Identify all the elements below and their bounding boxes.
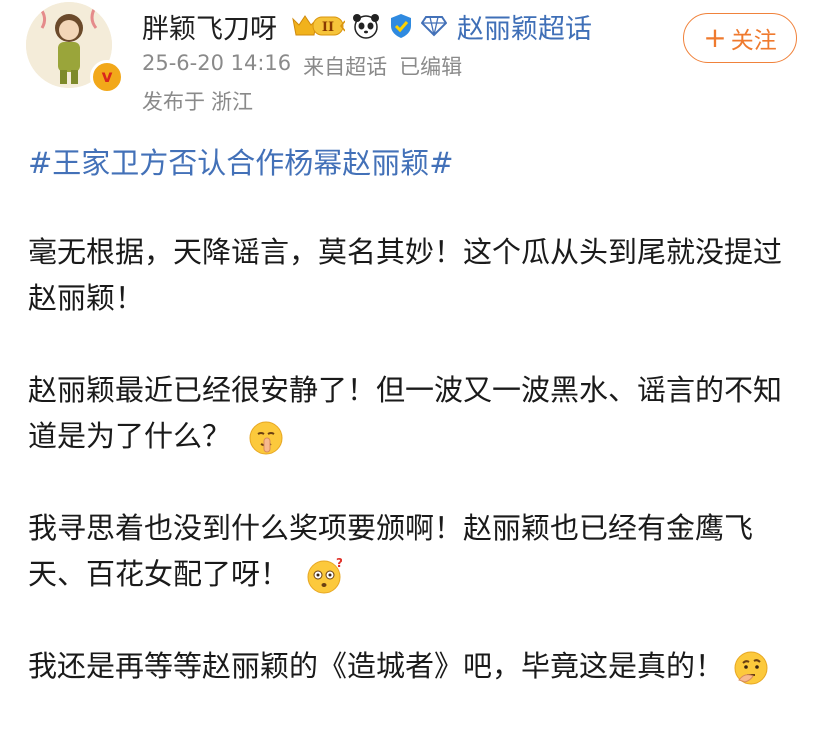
post-paragraph-3: 我寻思着也没到什么奖项要颁啊！赵丽颖也已经有金鹰飞天、百花女配了呀！ ? — [28, 505, 800, 597]
diamond-icon — [421, 15, 447, 37]
post-paragraph-1: 毫无根据，天降谣言，莫名其妙！这个瓜从头到尾就没提过赵丽颖！ — [28, 229, 800, 321]
shushing-face-emoji — [248, 420, 284, 456]
follow-button[interactable]: + 关注 — [683, 13, 797, 63]
topic-hashtag[interactable]: #王家卫方否认合作杨幂赵丽颖# — [28, 140, 454, 182]
post-time: 25-6-20 14:16 — [142, 51, 292, 75]
post-paragraph-4: 我还是再等等赵丽颖的《造城者》吧，毕竟这是真的！ — [28, 643, 800, 689]
super-topic-link[interactable]: 赵丽颖超话 — [457, 7, 592, 46]
avatar-container[interactable]: v — [26, 2, 124, 94]
paragraph-text: 赵丽颖最近已经很安静了！但一波又一波黑水、谣言的不知道是为了什么？ — [28, 373, 783, 453]
name-row: 胖颖飞刀呀 II 赵丽颖超话 — [142, 4, 592, 48]
svg-text:?: ? — [336, 558, 342, 570]
post-source[interactable]: 来自超话 — [303, 51, 387, 81]
shield-badge-icon[interactable] — [387, 12, 415, 40]
confused-face-emoji: ? — [306, 556, 343, 594]
thinking-face-emoji — [733, 650, 769, 686]
post-paragraph-2: 赵丽颖最近已经很安静了！但一波又一波黑水、谣言的不知道是为了什么？ — [28, 367, 800, 459]
edited-label[interactable]: 已编辑 — [399, 51, 462, 81]
location-place: 浙江 — [211, 90, 253, 114]
post-meta: 25-6-20 14:16 来自超话 已编辑 — [142, 51, 462, 81]
plus-icon: + — [703, 21, 727, 54]
location-prefix: 发布于 — [142, 90, 205, 114]
verified-badge-icon: v — [90, 60, 124, 94]
member-level-badge[interactable]: II — [289, 11, 345, 41]
follow-label: 关注 — [730, 28, 777, 54]
username[interactable]: 胖颖飞刀呀 — [142, 7, 277, 46]
member-level-text: II — [322, 20, 334, 35]
paragraph-text: 我寻思着也没到什么奖项要颁啊！赵丽颖也已经有金鹰飞天、百花女配了呀！ — [28, 511, 754, 591]
paragraph-text: 我还是再等等赵丽颖的《造城者》吧，毕竟这是真的！ — [28, 649, 725, 683]
panda-badge-icon[interactable] — [351, 11, 381, 41]
post-location: 发布于 浙江 — [142, 86, 253, 116]
paragraph-text: 毫无根据，天降谣言，莫名其妙！这个瓜从头到尾就没提过赵丽颖！ — [28, 235, 783, 315]
weibo-post: v 胖颖飞刀呀 II 赵丽颖超话 25-6-20 14:16 来自超话 已编辑 … — [0, 0, 828, 731]
